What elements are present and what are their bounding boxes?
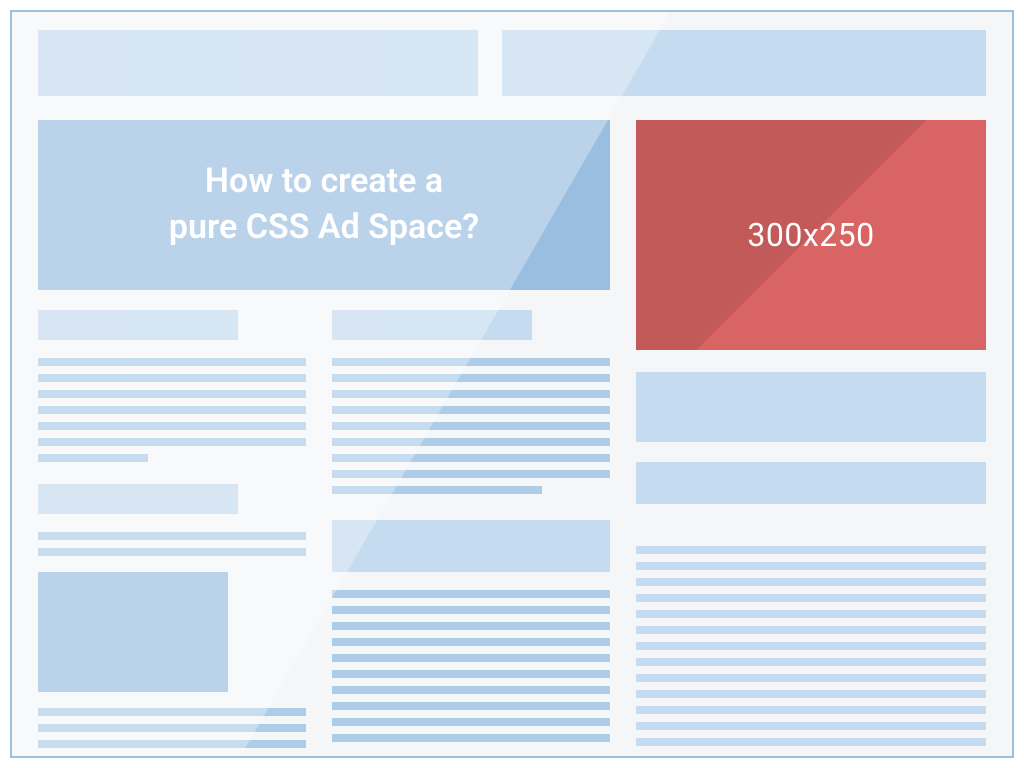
article-1-line-short bbox=[38, 454, 148, 462]
sidebar-line bbox=[636, 610, 986, 618]
sidebar-line bbox=[636, 578, 986, 586]
sidebar-line bbox=[636, 690, 986, 698]
article-2-line bbox=[332, 390, 610, 398]
article-1-line bbox=[38, 438, 306, 446]
sidebar-line bbox=[636, 738, 986, 746]
article-1b-line bbox=[38, 532, 306, 540]
article-2-title-bar bbox=[332, 310, 532, 340]
sidebar-line bbox=[636, 674, 986, 682]
top-banner-left bbox=[38, 30, 478, 96]
article-1c-line bbox=[38, 708, 306, 716]
article-1b-line bbox=[38, 548, 306, 556]
ad-slot-300x250[interactable]: 300x250 bbox=[636, 120, 986, 350]
article-2b-line bbox=[332, 702, 610, 710]
sidebar-line bbox=[636, 722, 986, 730]
article-2-line bbox=[332, 422, 610, 430]
article-1-image bbox=[38, 572, 228, 692]
article-1-line bbox=[38, 422, 306, 430]
article-2b-line bbox=[332, 718, 610, 726]
article-2-line bbox=[332, 358, 610, 366]
top-banner-right bbox=[502, 30, 986, 96]
article-1-line bbox=[38, 358, 306, 366]
hero-line-1: How to create a bbox=[205, 161, 443, 201]
sidebar-line bbox=[636, 706, 986, 714]
article-2b-line bbox=[332, 622, 610, 630]
sidebar-line bbox=[636, 642, 986, 650]
sidebar-line bbox=[636, 562, 986, 570]
article-2b-line bbox=[332, 606, 610, 614]
sidebar-line bbox=[636, 658, 986, 666]
article-2-line bbox=[332, 438, 610, 446]
sidebar-panel-1 bbox=[636, 372, 986, 442]
article-2b-line bbox=[332, 686, 610, 694]
article-1c-line bbox=[38, 740, 306, 748]
hero-line-2: pure CSS Ad Space? bbox=[169, 207, 479, 247]
hero-text: How to create a pure CSS Ad Space? bbox=[169, 159, 479, 251]
sidebar-line bbox=[636, 594, 986, 602]
ad-size-label: 300x250 bbox=[636, 120, 986, 350]
article-2b-line bbox=[332, 734, 610, 742]
article-2b-line bbox=[332, 670, 610, 678]
article-1-line bbox=[38, 390, 306, 398]
hero-block: How to create a pure CSS Ad Space? bbox=[38, 120, 610, 290]
article-1b-title-bar bbox=[38, 484, 238, 514]
sidebar-line bbox=[636, 546, 986, 554]
article-2-line bbox=[332, 406, 610, 414]
article-1-title-bar bbox=[38, 310, 238, 340]
article-1-line bbox=[38, 374, 306, 382]
article-2-line bbox=[332, 470, 610, 478]
article-2b-line bbox=[332, 590, 610, 598]
sidebar-panel-2 bbox=[636, 462, 986, 504]
sidebar-line bbox=[636, 626, 986, 634]
article-2b-line bbox=[332, 654, 610, 662]
article-1c-line bbox=[38, 724, 306, 732]
wireframe-frame: How to create a pure CSS Ad Space? 300x2… bbox=[10, 10, 1014, 758]
article-2-line-short bbox=[332, 486, 542, 494]
article-2b-title-bar bbox=[332, 520, 610, 572]
article-2b-line bbox=[332, 638, 610, 646]
article-2-line bbox=[332, 374, 610, 382]
article-1-line bbox=[38, 406, 306, 414]
article-2-line bbox=[332, 454, 610, 462]
